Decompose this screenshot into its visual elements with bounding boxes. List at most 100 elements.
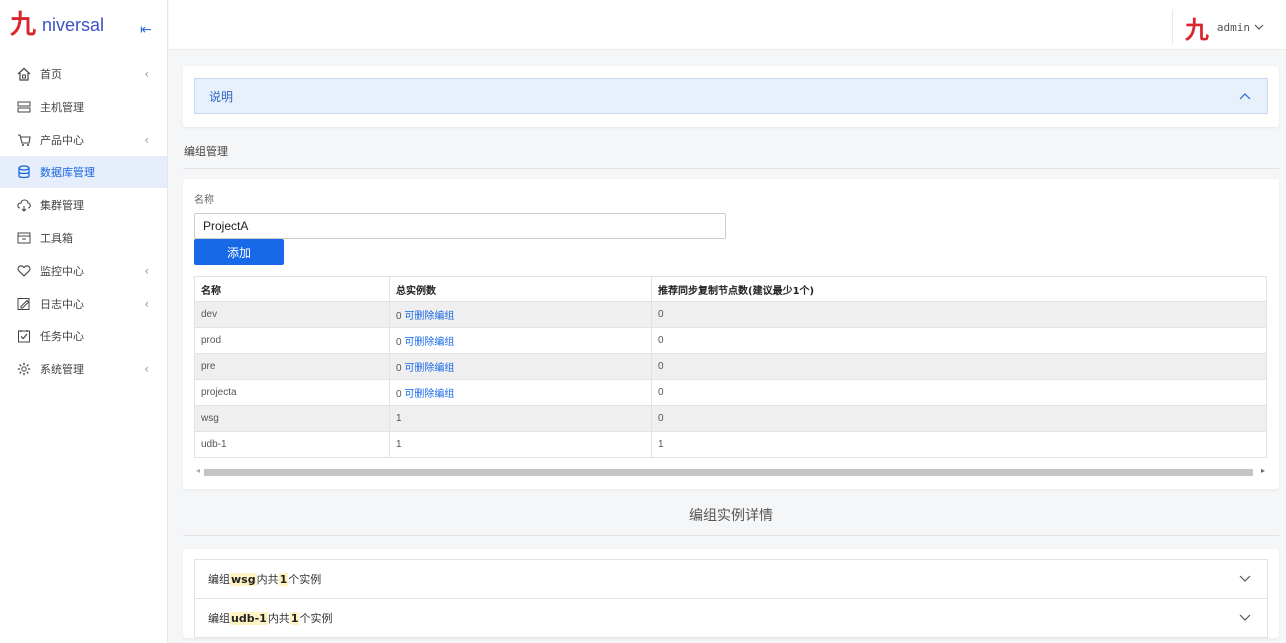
sidebar-item[interactable]: 工具箱 [0,222,167,254]
delete-group-link[interactable]: 可删除编组 [404,337,454,348]
detail-suffix: 个实例 [299,612,333,625]
sidebar-item-label: 任务中心 [40,330,84,344]
instance-count: 0 [396,363,402,374]
table-row: prod 0 可删除编组 0 [194,327,1267,354]
group-name-cell: udb-1 [194,431,390,458]
chevron-down-icon[interactable] [1239,572,1251,587]
column-header-count: 总实例数 [389,276,652,302]
sidebar-item-label: 监控中心 [40,264,84,278]
instance-count-cell: 0 可删除编组 [389,301,652,328]
delete-group-link[interactable]: 可删除编组 [404,311,454,322]
main-content: 说明 编组管理 名称 ProjectA 添加 名称 总实例数 推荐同步复制节点数… [183,66,1279,638]
instance-count: 0 [396,389,402,400]
edit-log-icon [16,296,32,312]
explain-collapse-header[interactable]: 说明 [194,78,1268,114]
user-avatar-logo: 九 [1184,14,1209,44]
detail-middle: 内共 [256,573,279,586]
instance-count: 0 [396,337,402,348]
group-section-title: 编组管理 [183,143,1279,169]
chevron-left-icon[interactable]: ‹ [144,67,149,81]
chevron-up-icon[interactable] [1239,89,1251,104]
name-input[interactable]: ProjectA [194,213,726,239]
name-field-label: 名称 [194,195,214,206]
database-icon [16,164,32,180]
detail-group-name: wsg [230,572,257,586]
instance-count: 1 [396,413,402,424]
sidebar-nav: 首页 ‹ 主机管理 产品中心 ‹ 数据库管理 集群管理 工具箱 监控中心 ‹ 日志中心 ‹ 任务中心 系统… [0,58,167,385]
group-name-cell: prod [194,327,390,354]
group-name-cell: dev [194,301,390,328]
instance-count-cell: 0 可删除编组 [389,353,652,380]
instance-count-cell: 1 [389,405,652,432]
detail-group-name: udb-1 [230,611,268,625]
chevron-left-icon[interactable]: ‹ [144,133,149,147]
sidebar-item[interactable]: 任务中心 [0,320,167,352]
top-bar: 九 admin [169,0,1286,50]
user-menu[interactable]: 九 admin [1171,10,1286,44]
column-header-sync: 推荐同步复制节点数(建议最少1个) [651,276,1267,302]
sync-node-cell: 0 [651,327,1267,354]
group-detail-row[interactable]: 编组 udb-1 内共 1 个实例 [194,598,1268,638]
gear-icon [16,361,32,377]
scroll-right-icon[interactable]: ▸ [1261,466,1265,475]
cart-icon [16,132,32,148]
task-check-icon [16,328,32,344]
delete-group-link[interactable]: 可删除编组 [404,363,454,374]
explain-card: 说明 [183,66,1279,127]
chevron-down-icon[interactable] [1239,611,1251,626]
detail-middle: 内共 [267,612,290,625]
sync-node-cell: 0 [651,353,1267,380]
sidebar-item[interactable]: 首页 ‹ [0,58,167,90]
sidebar-item-label: 集群管理 [40,199,84,213]
sidebar-item[interactable]: 数据库管理 [0,156,167,189]
group-name-cell: projecta [194,379,390,406]
detail-count: 1 [289,611,300,625]
chevron-left-icon[interactable]: ‹ [144,264,149,278]
horizontal-scrollbar[interactable]: ◂ ▸ [194,466,1267,478]
chevron-down-icon[interactable] [1254,20,1264,34]
explain-label: 说明 [209,89,234,104]
table-row: pre 0 可删除编组 0 [194,353,1267,380]
detail-prefix: 编组 [208,573,230,586]
instance-count-cell: 1 [389,431,652,458]
server-icon [16,99,32,115]
group-card: 名称 ProjectA 添加 名称 总实例数 推荐同步复制节点数(建议最少1个)… [183,179,1279,489]
sidebar-item[interactable]: 主机管理 [0,91,167,123]
user-name[interactable]: admin [1217,21,1250,34]
chevron-left-icon[interactable]: ‹ [144,297,149,311]
scroll-left-icon[interactable]: ◂ [196,466,200,475]
sidebar-item[interactable]: 产品中心 ‹ [0,124,167,156]
sidebar-item-label: 主机管理 [40,100,84,114]
add-button[interactable]: 添加 [194,239,284,265]
scrollbar-thumb[interactable] [204,469,1253,476]
group-detail-row[interactable]: 编组 wsg 内共 1 个实例 [194,559,1268,599]
sync-node-cell: 0 [651,405,1267,432]
sidebar-item-label: 首页 [40,68,62,81]
toolbox-icon [16,230,32,246]
sidebar-item[interactable]: 集群管理 [0,189,167,221]
table-row: dev 0 可删除编组 0 [194,301,1267,328]
sidebar-item[interactable]: 监控中心 ‹ [0,255,167,287]
sync-node-cell: 1 [651,431,1267,458]
group-name-cell: pre [194,353,390,380]
logo-mark: 九 [10,10,37,40]
table-row: projecta 0 可删除编组 0 [194,379,1267,406]
detail-suffix: 个实例 [288,573,322,586]
sidebar-item[interactable]: 系统管理 ‹ [0,353,167,385]
instance-count: 0 [396,311,402,322]
sidebar: 九 niversal ⇤ 首页 ‹ 主机管理 产品中心 ‹ 数据库管理 集群管理 工具箱 监控中… [0,0,168,643]
sidebar-item[interactable]: 日志中心 ‹ [0,288,167,320]
group-name-cell: wsg [194,405,390,432]
sidebar-item-label: 数据库管理 [40,166,95,180]
sidebar-item-label: 系统管理 [40,363,84,377]
chevron-left-icon[interactable]: ‹ [144,362,149,376]
heart-icon [16,263,32,279]
detail-card: 编组 wsg 内共 1 个实例 编组 udb-1 内共 1 个实例 [183,549,1279,638]
collapse-left-icon[interactable]: ⇤ [140,22,152,38]
group-table: 名称 总实例数 推荐同步复制节点数(建议最少1个) dev 0 可删除编组 0 pro… [194,276,1267,458]
detail-prefix: 编组 [208,612,230,625]
logo-text: niversal [42,14,105,35]
delete-group-link[interactable]: 可删除编组 [404,389,454,400]
table-header-row: 名称 总实例数 推荐同步复制节点数(建议最少1个) [194,276,1267,302]
detail-count: 1 [278,572,289,586]
